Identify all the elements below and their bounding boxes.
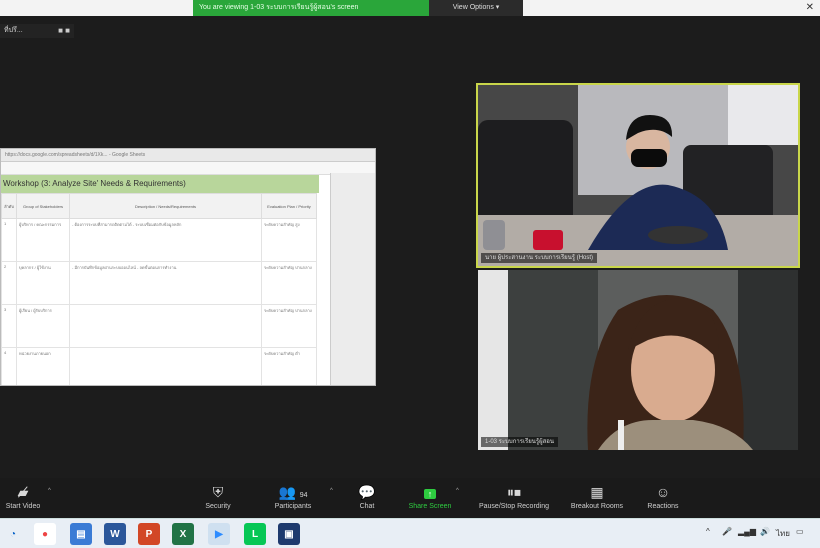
breakout-rooms-button[interactable]: ▦ Breakout Rooms	[562, 482, 632, 512]
table-cell: ระดับความสำคัญ สูง	[261, 218, 317, 262]
table-cell: ระดับความสำคัญ ปานกลาง	[261, 304, 317, 348]
reactions-icon: ☺	[655, 484, 671, 500]
table-cell: บุคลากร / ผู้ใช้งาน	[16, 261, 70, 305]
share-banner-message: You are viewing 1-03 ระบบการเรียนรู้ผู้ส…	[193, 0, 429, 16]
table-cell: ระดับความสำคัญ ต่ำ	[261, 347, 317, 385]
sheet-title: Workshop (3: Analyze Site' Needs & Requi…	[1, 175, 319, 193]
photos-icon[interactable]: ▣	[278, 523, 300, 545]
table-row: 4 หน่วยงานภายนอก ระดับความสำคัญ ต่ำ	[1, 347, 317, 385]
participant-video-image	[478, 270, 798, 450]
chevron-up-icon[interactable]: ^	[456, 488, 459, 494]
chevron-up-icon[interactable]: ^	[48, 488, 51, 494]
pause-stop-recording-button[interactable]: ⏸⏹ Pause/Stop Recording	[478, 482, 550, 512]
browser-address-bar: https://docs.google.com/spreadsheets/d/1…	[1, 149, 375, 162]
screen-share-banner: You are viewing 1-03 ระบบการเรียนรู้ผู้ส…	[193, 0, 523, 16]
table-cell: ระดับความสำคัญ ปานกลาง	[261, 261, 317, 305]
share-screen-icon: ↑	[395, 482, 465, 502]
table-cell: - ต้องการระบบที่สามารถติดตามได้ - ระบบเช…	[69, 218, 262, 262]
column-header: Description / Needs/Requirements	[69, 193, 262, 219]
table-row: 1 ผู้บริหาร / คณะกรรมการ - ต้องการระบบที…	[1, 218, 317, 262]
participant-video[interactable]: 1-03 ระบบการเรียนรู้ผู้สอน	[478, 270, 798, 450]
table-cell: 2	[1, 261, 17, 305]
column-header: Group of Stakeholders	[16, 193, 70, 219]
word-icon[interactable]: W	[104, 523, 126, 545]
start-video-button[interactable]: ▰̸ Start Video	[0, 482, 58, 512]
participant-video-image	[478, 85, 798, 266]
table-cell: 3	[1, 304, 17, 348]
top-bar: You are viewing 1-03 ระบบการเรียนรู้ผู้ส…	[0, 0, 820, 16]
table-row: 2 บุคลากร / ผู้ใช้งาน - มีการบันทึกข้อมู…	[1, 261, 317, 305]
powerpoint-icon[interactable]: P	[138, 523, 160, 545]
breakout-rooms-icon: ▦	[590, 484, 604, 500]
microphone-icon[interactable]: 🎤	[722, 527, 732, 536]
table-cell	[69, 347, 262, 385]
security-button[interactable]: ⛨ Security	[183, 482, 253, 512]
participants-button[interactable]: 👥 94 Participants	[258, 482, 328, 512]
sheet-side-panel	[330, 173, 375, 385]
participants-count: 94	[299, 492, 308, 499]
shared-screen[interactable]: https://docs.google.com/spreadsheets/d/1…	[0, 148, 376, 386]
tray-chevron-icon[interactable]: ^	[706, 527, 710, 536]
participant-name-tag: นาย ผู้ประสานงาน ระบบการเรียนรู้ (Host)	[481, 253, 598, 263]
mini-window-title[interactable]: ที่ปรึ... ■ ■	[0, 24, 74, 38]
network-icon[interactable]: ▂▄▆	[738, 527, 756, 536]
language-indicator[interactable]: ไทย	[776, 527, 790, 540]
notification-icon[interactable]: ▭	[796, 527, 804, 536]
column-header: Evaluation Plan / Priority	[261, 193, 317, 219]
table-cell: 4	[1, 347, 17, 385]
table-cell: ผู้เรียน / ผู้รับบริการ	[16, 304, 70, 348]
excel-icon[interactable]: X	[172, 523, 194, 545]
meeting-toolbar: ▰̸ Start Video ^ ⛨ Security 👥 94 Partici…	[0, 478, 820, 518]
requirements-table: ลำดับ Group of Stakeholders Description …	[1, 193, 317, 385]
table-cell: - มีการบันทึกข้อมูลผ่านระบบออนไลน์ - ลดข…	[69, 261, 262, 305]
pause-stop-icon: ⏸⏹	[507, 484, 521, 500]
table-cell: ผู้บริหาร / คณะกรรมการ	[16, 218, 70, 262]
participant-name-tag: 1-03 ระบบการเรียนรู้ผู้สอน	[481, 437, 558, 447]
file-explorer-icon[interactable]: ▤	[70, 523, 92, 545]
chat-button[interactable]: 💬 Chat	[332, 482, 402, 512]
column-header: ลำดับ	[1, 193, 17, 219]
windows-taskbar: ◔ ● ▤ W P X ▶ L ▣ ^ 🎤 ▂▄▆ 🔊 ไทย ▭	[0, 518, 820, 548]
participants-icon: 👥 94	[278, 484, 308, 500]
chat-icon: 💬	[358, 484, 376, 500]
table-cell: หน่วยงานภายนอก	[16, 347, 70, 385]
chrome-icon[interactable]: ●	[34, 523, 56, 545]
volume-icon[interactable]: 🔊	[760, 527, 770, 536]
zoom-app-icon[interactable]: ▶	[208, 523, 230, 545]
participant-video-active[interactable]: นาย ผู้ประสานงาน ระบบการเรียนรู้ (Host)	[476, 83, 800, 268]
reactions-button[interactable]: ☺ Reactions	[628, 482, 698, 512]
table-row: 3 ผู้เรียน / ผู้รับบริการ ระดับความสำคัญ…	[1, 304, 317, 348]
mini-window-label: ที่ปรึ...	[4, 27, 23, 34]
line-app-icon[interactable]: L	[244, 523, 266, 545]
table-cell: 1	[1, 218, 17, 262]
view-options-button[interactable]: View Options ▾	[429, 0, 523, 16]
share-screen-button[interactable]: ↑ Share Screen	[395, 482, 465, 512]
window-controls-icon[interactable]: ■ ■	[58, 24, 70, 38]
table-cell	[69, 304, 262, 348]
sheet-toolbar	[1, 162, 375, 175]
shield-icon: ⛨	[212, 484, 224, 500]
windows-start-icon[interactable]: ◔	[2, 523, 24, 545]
close-icon[interactable]: ✕	[806, 0, 814, 16]
